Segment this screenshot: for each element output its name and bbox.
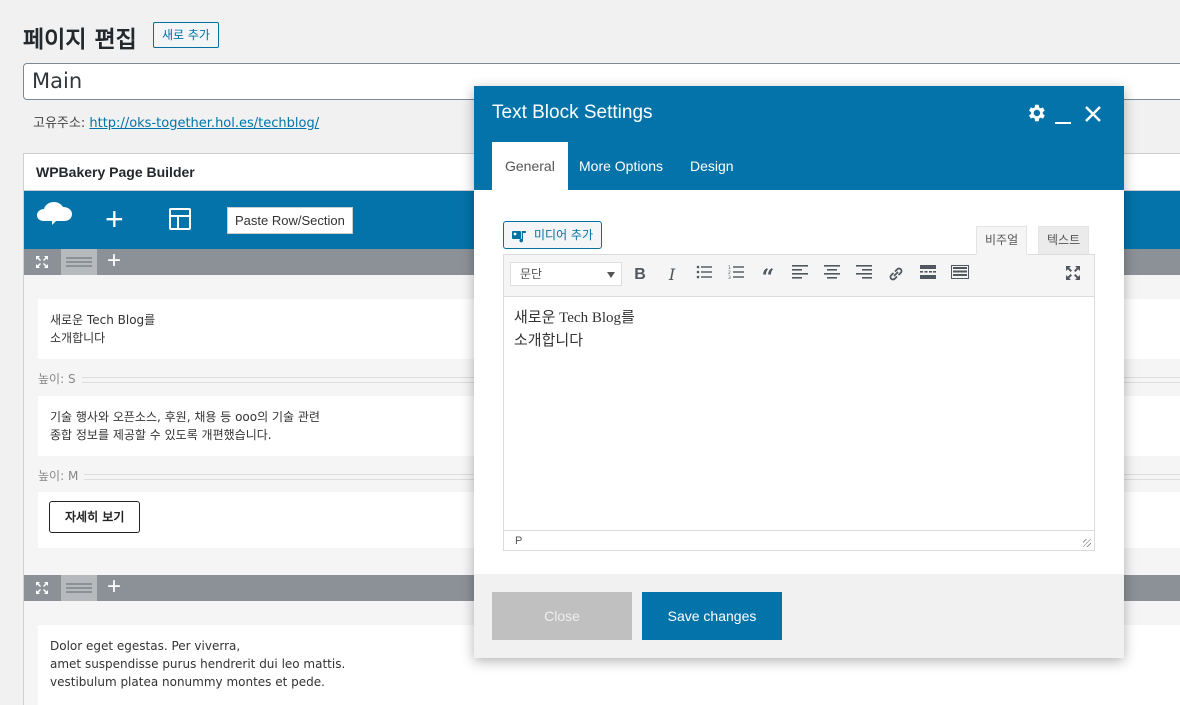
modal-footer: Close Save changes <box>474 574 1124 658</box>
more-button[interactable]: 자세히 보기 <box>49 501 141 533</box>
resize-grip-icon[interactable] <box>1083 539 1091 547</box>
templates-icon[interactable] <box>169 208 191 230</box>
editor-toolbar: 문단 B I 123 “ <box>504 255 1094 297</box>
rich-text-editor: 문단 B I 123 “ 새로운 Tech Blog를 소개합니다 P <box>503 254 1095 551</box>
permalink-link[interactable]: http://oks-together.hol.es/techblog/ <box>89 116 319 131</box>
read-more-icon[interactable] <box>918 265 938 285</box>
paste-row-button[interactable]: Paste Row/Section <box>227 207 353 234</box>
align-left-icon[interactable] <box>790 265 810 285</box>
align-right-icon[interactable] <box>854 265 874 285</box>
tab-general[interactable]: General <box>492 142 568 190</box>
row-move-icon[interactable] <box>35 581 49 595</box>
text-line: vestibulum platea nonummy montes et pede… <box>50 675 325 689</box>
add-media-button[interactable]: 미디어 추가 <box>503 221 603 249</box>
modal-body: 미디어 추가 비주얼 텍스트 문단 B I 123 “ 새로운 Tech Blo… <box>474 190 1124 574</box>
tab-more-options[interactable]: More Options <box>566 142 676 190</box>
wpbakery-logo-icon[interactable] <box>36 201 74 236</box>
link-icon[interactable] <box>886 265 906 285</box>
editor-tab-visual[interactable]: 비주얼 <box>976 226 1028 255</box>
blockquote-icon[interactable]: “ <box>758 265 778 291</box>
format-select[interactable]: 문단 <box>510 262 622 286</box>
media-icon <box>512 227 528 243</box>
svg-text:3: 3 <box>728 275 731 279</box>
bold-icon[interactable]: B <box>630 265 650 285</box>
save-changes-button[interactable]: Save changes <box>642 592 782 640</box>
close-icon[interactable] <box>1083 104 1103 129</box>
bullet-list-icon[interactable] <box>694 265 714 285</box>
add-media-label: 미디어 추가 <box>534 228 594 242</box>
tab-design[interactable]: Design <box>677 142 747 190</box>
row-drag-handle[interactable] <box>61 575 97 601</box>
add-element-icon[interactable]: + <box>105 203 124 235</box>
gear-icon[interactable] <box>1025 102 1047 129</box>
content-line: 새로운 Tech Blog를 <box>514 310 635 326</box>
content-line: 소개합니다 <box>514 333 584 349</box>
italic-icon[interactable]: I <box>662 265 682 285</box>
permalink: 고유주소: http://oks-together.hol.es/techblo… <box>33 112 319 131</box>
row-drag-handle[interactable] <box>61 249 97 275</box>
editor-tab-text[interactable]: 텍스트 <box>1038 226 1090 255</box>
editor-content-area[interactable]: 새로운 Tech Blog를 소개합니다 <box>504 297 1094 530</box>
row-move-icon[interactable] <box>35 255 49 269</box>
row-add-icon[interactable]: + <box>107 249 121 273</box>
row-add-icon[interactable]: + <box>107 575 121 599</box>
text-block-settings-modal: Text Block Settings General More Options… <box>474 86 1124 658</box>
chevron-down-icon <box>607 272 615 278</box>
toolbar-toggle-icon[interactable] <box>950 265 970 285</box>
modal-title: Text Block Settings <box>492 102 653 123</box>
add-new-button[interactable]: 새로 추가 <box>153 22 219 48</box>
minimize-icon[interactable] <box>1054 106 1072 131</box>
close-button[interactable]: Close <box>492 592 632 640</box>
align-center-icon[interactable] <box>822 265 842 285</box>
fullscreen-icon[interactable] <box>1063 265 1083 285</box>
editor-status-path: P <box>504 530 1094 550</box>
modal-header: Text Block Settings General More Options… <box>474 86 1124 190</box>
permalink-label: 고유주소: <box>33 116 86 131</box>
numbered-list-icon[interactable]: 123 <box>726 265 746 285</box>
page-title: 페이지 편집 <box>23 27 137 53</box>
